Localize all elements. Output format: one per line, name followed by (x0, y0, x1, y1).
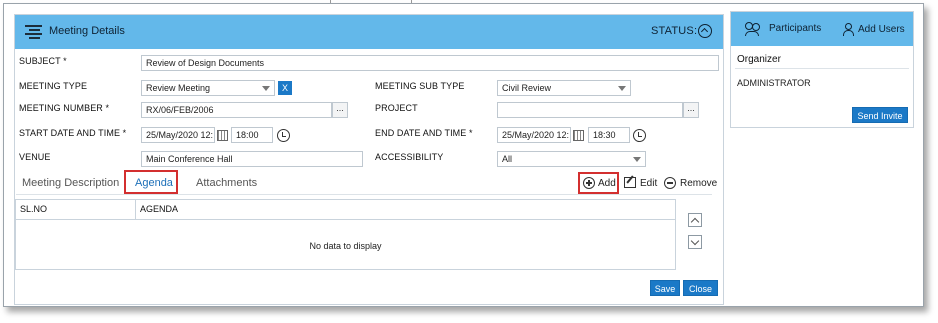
participants-header: Participants Add Users (731, 12, 913, 46)
page-title: Meeting Details (49, 25, 125, 37)
edit-icon[interactable] (624, 177, 636, 188)
chevron-down-icon (618, 86, 626, 91)
project-browse-button[interactable]: ... (683, 102, 699, 118)
venue-input[interactable]: Main Conference Hall (141, 151, 363, 167)
edit-button[interactable]: Edit (640, 178, 657, 189)
status-label: STATUS: (651, 25, 698, 37)
project-label: PROJECT (375, 103, 418, 113)
accessibility-select[interactable]: All (497, 151, 646, 167)
clock-icon[interactable] (275, 127, 291, 143)
meeting-type-value: Review Meeting (146, 83, 211, 93)
hamburger-icon[interactable] (25, 25, 42, 39)
chevron-down-icon (262, 86, 270, 91)
subject-label: SUBJECT * (19, 56, 67, 66)
meeting-details-header: Meeting Details STATUS: (15, 15, 723, 49)
organizer-divider (735, 68, 909, 69)
chevron-up-circle-icon[interactable] (698, 24, 712, 38)
participants-panel: Participants Add Users Organizer ADMINIS… (730, 11, 914, 128)
plus-circle-icon[interactable] (583, 177, 595, 189)
end-date-label: END DATE AND TIME * (375, 128, 473, 138)
venue-label: VENUE (19, 152, 51, 162)
meeting-number-label: MEETING NUMBER * (19, 103, 110, 113)
tab-divider (16, 194, 712, 195)
clear-meeting-type-button[interactable]: X (278, 81, 292, 95)
meeting-type-label: MEETING TYPE (19, 81, 88, 91)
start-date-label: START DATE AND TIME * (19, 128, 127, 138)
minus-circle-icon[interactable] (664, 177, 676, 189)
organizer-name: ADMINISTRATOR (737, 78, 811, 88)
grid-header: SL.NO AGENDA (16, 200, 675, 220)
empty-message: No data to display (309, 241, 382, 251)
clock-icon[interactable] (631, 127, 647, 143)
tab-meeting-description[interactable]: Meeting Description (22, 177, 119, 189)
meeting-sub-type-label: MEETING SUB TYPE (375, 81, 465, 91)
end-date-input[interactable]: 25/May/2020 12: (497, 127, 571, 143)
calendar-icon[interactable] (216, 127, 228, 143)
meeting-sub-type-select[interactable]: Civil Review (497, 80, 631, 96)
column-agenda[interactable]: AGENDA (140, 204, 178, 214)
close-button[interactable]: Close (683, 280, 718, 296)
subject-input[interactable]: Review of Design Documents (141, 55, 719, 71)
accessibility-label: ACCESSIBILITY (375, 152, 444, 162)
accessibility-value: All (502, 154, 513, 164)
add-button[interactable]: Add (598, 178, 616, 189)
column-sl-no[interactable]: SL.NO (20, 204, 47, 214)
calendar-icon[interactable] (572, 127, 584, 143)
agenda-tab-highlight (124, 170, 178, 194)
meeting-sub-type-value: Civil Review (502, 83, 552, 93)
meeting-type-select[interactable]: Review Meeting (141, 80, 275, 96)
organizer-label: Organizer (737, 54, 781, 65)
move-up-button[interactable] (688, 213, 702, 227)
participants-title: Participants (769, 23, 822, 34)
user-icon[interactable] (843, 23, 854, 36)
chevron-down-icon (633, 157, 641, 162)
meeting-window: Meeting Details STATUS: SUBJECT * Review… (3, 3, 924, 307)
start-time-input[interactable]: 18:00 (231, 127, 273, 143)
remove-button[interactable]: Remove (680, 178, 717, 189)
project-input[interactable] (497, 102, 683, 118)
agenda-grid: SL.NO AGENDA No data to display (15, 199, 676, 270)
add-users-button[interactable]: Add Users (858, 24, 905, 35)
meeting-number-input[interactable]: RX/06/FEB/2006 (141, 102, 332, 118)
people-icon-base (745, 31, 759, 36)
end-time-input[interactable]: 18:30 (588, 127, 630, 143)
start-date-input[interactable]: 25/May/2020 12: (141, 127, 215, 143)
meeting-number-browse-button[interactable]: ... (332, 102, 348, 118)
column-divider (135, 200, 136, 220)
move-down-button[interactable] (688, 235, 702, 249)
send-invite-button[interactable]: Send Invite (852, 107, 908, 123)
save-button[interactable]: Save (650, 280, 680, 296)
tab-attachments[interactable]: Attachments (196, 177, 257, 189)
